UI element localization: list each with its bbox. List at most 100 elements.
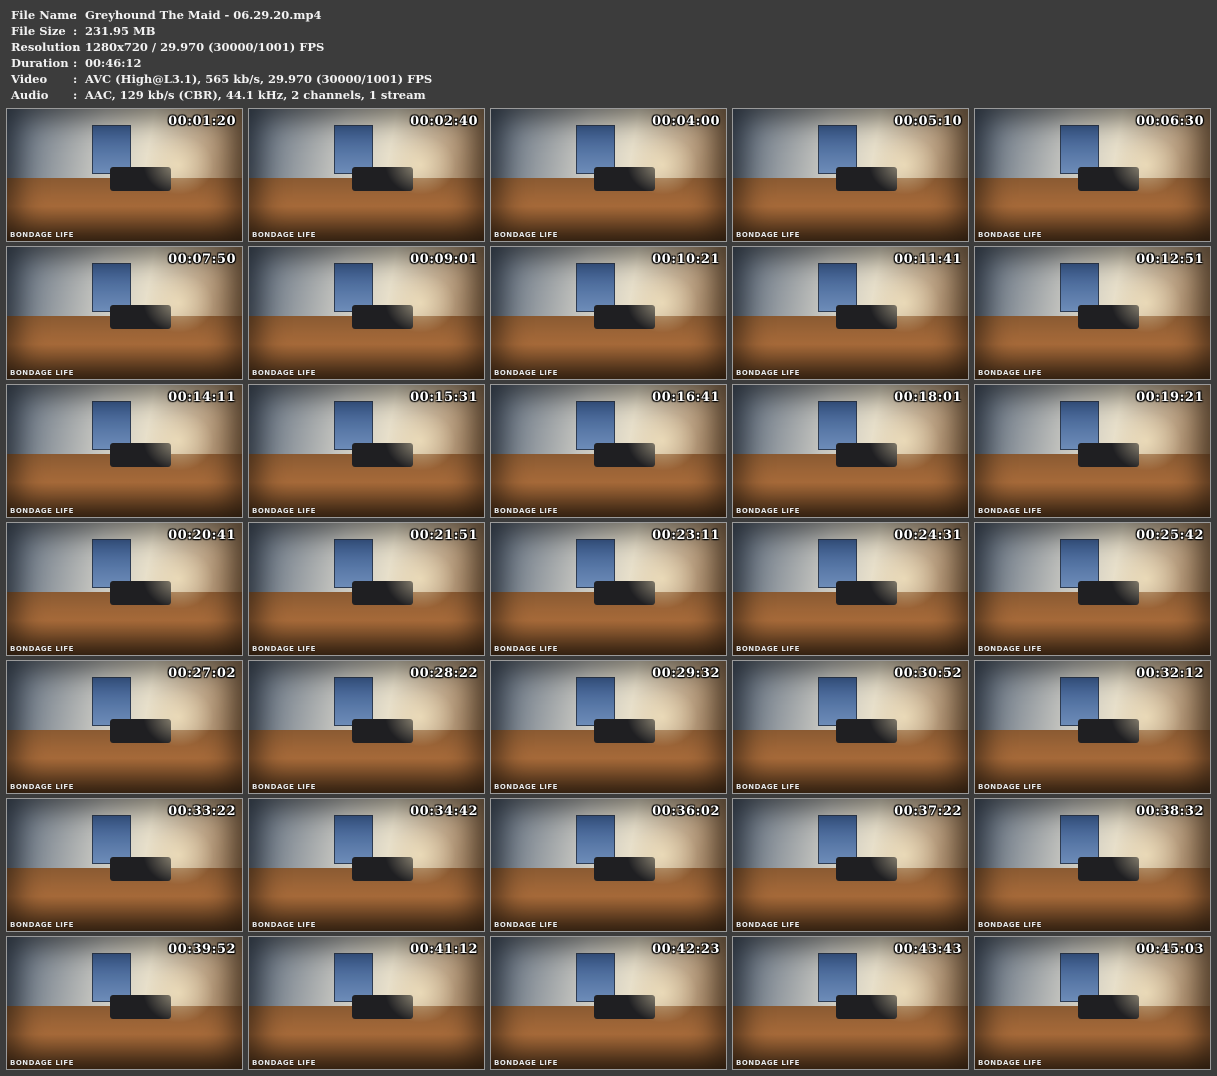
info-separator: : bbox=[73, 40, 78, 54]
thumbnail-timestamp: 00:37:22 bbox=[894, 804, 962, 819]
thumbnail-timestamp: 00:29:32 bbox=[652, 666, 720, 681]
video-thumbnail[interactable]: 00:05:10 BONDAGE LIFE bbox=[732, 108, 969, 242]
thumbnail-timestamp: 00:10:21 bbox=[652, 252, 720, 267]
watermark-logo: BONDAGE LIFE bbox=[252, 783, 316, 791]
info-key: Duration bbox=[11, 56, 69, 70]
thumbnail-timestamp: 00:07:50 bbox=[168, 252, 236, 267]
info-value: AAC, 129 kb/s (CBR), 44.1 kHz, 2 channel… bbox=[85, 88, 426, 102]
watermark-logo: BONDAGE LIFE bbox=[10, 507, 74, 515]
thumbnail-timestamp: 00:11:41 bbox=[894, 252, 962, 267]
info-key: Video bbox=[11, 72, 48, 86]
video-thumbnail[interactable]: 00:04:00 BONDAGE LIFE bbox=[490, 108, 727, 242]
video-thumbnail[interactable]: 00:36:02 BONDAGE LIFE bbox=[490, 798, 727, 932]
video-thumbnail[interactable]: 00:11:41 BONDAGE LIFE bbox=[732, 246, 969, 380]
watermark-logo: BONDAGE LIFE bbox=[978, 783, 1042, 791]
thumbnail-timestamp: 00:30:52 bbox=[894, 666, 962, 681]
video-thumbnail[interactable]: 00:43:43 BONDAGE LIFE bbox=[732, 936, 969, 1070]
video-thumbnail[interactable]: 00:33:22 BONDAGE LIFE bbox=[6, 798, 243, 932]
info-key: Resolution bbox=[11, 40, 81, 54]
video-thumbnail[interactable]: 00:09:01 BONDAGE LIFE bbox=[248, 246, 485, 380]
video-thumbnail[interactable]: 00:37:22 BONDAGE LIFE bbox=[732, 798, 969, 932]
thumbnail-timestamp: 00:24:31 bbox=[894, 528, 962, 543]
thumbnail-timestamp: 00:39:52 bbox=[168, 942, 236, 957]
thumbnail-grid: 00:01:20 BONDAGE LIFE 00:02:40 BONDAGE LIFE… bbox=[6, 108, 1212, 1070]
thumbnail-timestamp: 00:27:02 bbox=[168, 666, 236, 681]
watermark-logo: BONDAGE LIFE bbox=[252, 921, 316, 929]
thumbnail-timestamp: 00:01:20 bbox=[168, 114, 236, 129]
video-thumbnail[interactable]: 00:42:23 BONDAGE LIFE bbox=[490, 936, 727, 1070]
info-row: Duration:00:46:12 bbox=[11, 55, 432, 71]
watermark-logo: BONDAGE LIFE bbox=[736, 1059, 800, 1067]
watermark-logo: BONDAGE LIFE bbox=[494, 369, 558, 377]
watermark-logo: BONDAGE LIFE bbox=[252, 645, 316, 653]
watermark-logo: BONDAGE LIFE bbox=[252, 1059, 316, 1067]
watermark-logo: BONDAGE LIFE bbox=[736, 645, 800, 653]
info-row: Video: AVC (High@L3.1), 565 kb/s, 29.970 … bbox=[11, 71, 432, 87]
thumbnail-timestamp: 00:43:43 bbox=[894, 942, 962, 957]
thumbnail-timestamp: 00:21:51 bbox=[410, 528, 478, 543]
watermark-logo: BONDAGE LIFE bbox=[978, 369, 1042, 377]
video-thumbnail[interactable]: 00:10:21 BONDAGE LIFE bbox=[490, 246, 727, 380]
thumbnail-timestamp: 00:28:22 bbox=[410, 666, 478, 681]
video-thumbnail[interactable]: 00:18:01 BONDAGE LIFE bbox=[732, 384, 969, 518]
thumbnail-timestamp: 00:18:01 bbox=[894, 390, 962, 405]
watermark-logo: BONDAGE LIFE bbox=[978, 231, 1042, 239]
video-thumbnail[interactable]: 00:24:31 BONDAGE LIFE bbox=[732, 522, 969, 656]
video-thumbnail[interactable]: 00:15:31 BONDAGE LIFE bbox=[248, 384, 485, 518]
thumbnail-timestamp: 00:09:01 bbox=[410, 252, 478, 267]
video-thumbnail[interactable]: 00:29:32 BONDAGE LIFE bbox=[490, 660, 727, 794]
thumbnail-timestamp: 00:20:41 bbox=[168, 528, 236, 543]
video-thumbnail[interactable]: 00:02:40 BONDAGE LIFE bbox=[248, 108, 485, 242]
thumbnail-timestamp: 00:05:10 bbox=[894, 114, 962, 129]
video-thumbnail[interactable]: 00:30:52 BONDAGE LIFE bbox=[732, 660, 969, 794]
watermark-logo: BONDAGE LIFE bbox=[736, 507, 800, 515]
info-value: 1280x720 / 29.970 (30000/1001) FPS bbox=[85, 40, 325, 54]
video-thumbnail[interactable]: 00:34:42 BONDAGE LIFE bbox=[248, 798, 485, 932]
thumbnail-timestamp: 00:41:12 bbox=[410, 942, 478, 957]
watermark-logo: BONDAGE LIFE bbox=[978, 645, 1042, 653]
video-thumbnail[interactable]: 00:41:12 BONDAGE LIFE bbox=[248, 936, 485, 1070]
video-thumbnail[interactable]: 00:27:02 BONDAGE LIFE bbox=[6, 660, 243, 794]
video-thumbnail[interactable]: 00:19:21 BONDAGE LIFE bbox=[974, 384, 1211, 518]
video-thumbnail[interactable]: 00:21:51 BONDAGE LIFE bbox=[248, 522, 485, 656]
thumbnail-timestamp: 00:15:31 bbox=[410, 390, 478, 405]
watermark-logo: BONDAGE LIFE bbox=[10, 921, 74, 929]
info-separator: : bbox=[73, 88, 78, 102]
thumbnail-timestamp: 00:33:22 bbox=[168, 804, 236, 819]
watermark-logo: BONDAGE LIFE bbox=[494, 231, 558, 239]
info-separator: : bbox=[73, 24, 78, 38]
watermark-logo: BONDAGE LIFE bbox=[252, 231, 316, 239]
video-thumbnail[interactable]: 00:45:03 BONDAGE LIFE bbox=[974, 936, 1211, 1070]
video-thumbnail[interactable]: 00:38:32 BONDAGE LIFE bbox=[974, 798, 1211, 932]
video-thumbnail[interactable]: 00:06:30 BONDAGE LIFE bbox=[974, 108, 1211, 242]
info-row: Resolution:1280x720 / 29.970 (30000/1001… bbox=[11, 39, 432, 55]
info-separator: : bbox=[73, 8, 78, 22]
thumbnail-timestamp: 00:02:40 bbox=[410, 114, 478, 129]
info-value: 231.95 MB bbox=[85, 24, 156, 38]
watermark-logo: BONDAGE LIFE bbox=[978, 921, 1042, 929]
thumbnail-timestamp: 00:42:23 bbox=[652, 942, 720, 957]
watermark-logo: BONDAGE LIFE bbox=[494, 783, 558, 791]
video-thumbnail[interactable]: 00:32:12 BONDAGE LIFE bbox=[974, 660, 1211, 794]
video-thumbnail[interactable]: 00:28:22 BONDAGE LIFE bbox=[248, 660, 485, 794]
watermark-logo: BONDAGE LIFE bbox=[736, 369, 800, 377]
video-thumbnail[interactable]: 00:16:41 BONDAGE LIFE bbox=[490, 384, 727, 518]
video-thumbnail[interactable]: 00:14:11 BONDAGE LIFE bbox=[6, 384, 243, 518]
video-thumbnail[interactable]: 00:12:51 BONDAGE LIFE bbox=[974, 246, 1211, 380]
info-separator: : bbox=[73, 72, 78, 86]
watermark-logo: BONDAGE LIFE bbox=[494, 1059, 558, 1067]
video-thumbnail[interactable]: 00:39:52 BONDAGE LIFE bbox=[6, 936, 243, 1070]
video-thumbnail[interactable]: 00:20:41 BONDAGE LIFE bbox=[6, 522, 243, 656]
watermark-logo: BONDAGE LIFE bbox=[252, 507, 316, 515]
watermark-logo: BONDAGE LIFE bbox=[978, 507, 1042, 515]
info-row: File Size:231.95 MB bbox=[11, 23, 432, 39]
thumbnail-timestamp: 00:25:42 bbox=[1136, 528, 1204, 543]
watermark-logo: BONDAGE LIFE bbox=[736, 783, 800, 791]
watermark-logo: BONDAGE LIFE bbox=[736, 921, 800, 929]
thumbnail-timestamp: 00:04:00 bbox=[652, 114, 720, 129]
watermark-logo: BONDAGE LIFE bbox=[736, 231, 800, 239]
video-thumbnail[interactable]: 00:01:20 BONDAGE LIFE bbox=[6, 108, 243, 242]
video-thumbnail[interactable]: 00:07:50 BONDAGE LIFE bbox=[6, 246, 243, 380]
video-thumbnail[interactable]: 00:25:42 BONDAGE LIFE bbox=[974, 522, 1211, 656]
video-thumbnail[interactable]: 00:23:11 BONDAGE LIFE bbox=[490, 522, 727, 656]
